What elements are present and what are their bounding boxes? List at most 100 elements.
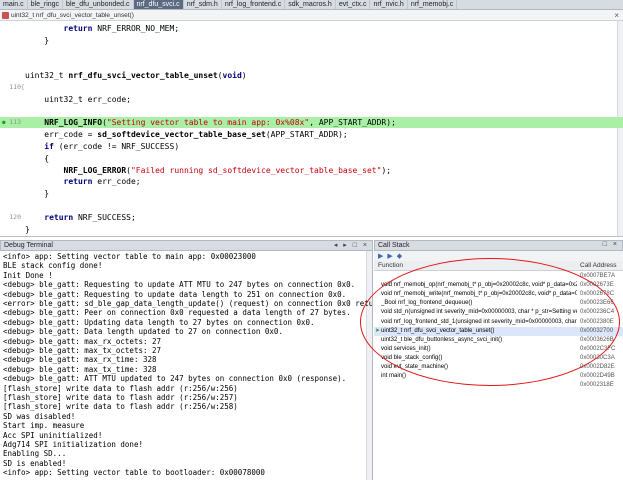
call-stack-function: void ble_stack_config() <box>381 354 443 361</box>
call-stack-row[interactable]: void services_init() 0x0002C3FC <box>374 345 623 354</box>
call-stack-row[interactable]: void nrf_log_frontend_std_1(unsigned int… <box>374 318 623 327</box>
call-stack-row[interactable]: uint32_t ble_dfu_buttonless_async_svci_i… <box>374 336 623 345</box>
line-number: 120 <box>9 212 21 221</box>
call-stack-toolbar: ▶ ▶ ◆ <box>374 251 623 261</box>
call-stack-row-current[interactable]: ➤ uint32_t nrf_dfu_svci_vector_table_unse… <box>374 326 623 336</box>
tab-main-c[interactable]: main.c <box>0 0 28 9</box>
code-token: sd_softdevice_vector_table_base_set <box>97 130 266 140</box>
tab-nrf-memobj-c[interactable]: nrf_memobj.c <box>408 0 458 9</box>
call-stack-row[interactable]: void ble_stack_config() 0x00030C3A <box>374 354 623 363</box>
line-number: 113 <box>9 118 21 127</box>
code-text: } <box>25 224 30 235</box>
call-stack-address: 0x0002D82E <box>580 364 615 370</box>
code-line[interactable]: uint32_t nrf_dfu_svci_vector_table_unset… <box>0 70 623 81</box>
code-line[interactable]: if (err_code != NRF_SUCCESS) <box>0 141 623 152</box>
code-token: ) <box>241 71 247 81</box>
code-text: return NRF_SUCCESS; <box>25 212 136 223</box>
call-stack-row[interactable]: void nrf_memobj_op(nrf_memobj_t* p_obj=0… <box>374 281 623 290</box>
code-line[interactable]: return NRF_ERROR_NO_MEM; <box>0 23 623 34</box>
call-stack-address: 0x0002C3FC <box>580 345 616 352</box>
run-icon[interactable]: ▶ <box>378 252 383 260</box>
tab-sdk-macros-h[interactable]: sdk_macros.h <box>285 0 336 9</box>
column-call-address[interactable]: Call Address <box>580 261 617 271</box>
code-text: return NRF_ERROR_NO_MEM; <box>25 23 180 34</box>
function-icon <box>2 11 9 19</box>
call-stack-address: 0x0002318E <box>580 382 614 389</box>
call-stack-function: _Bool nrf_log_frontend_dequeue() <box>381 300 473 307</box>
code-token: return <box>44 212 74 222</box>
tab-ble-dfu-unbonded-c[interactable]: ble_dfu_unbonded.c <box>63 0 134 9</box>
call-stack-title: Call Stack <box>378 242 410 249</box>
code-line[interactable]: } <box>0 188 623 199</box>
code-token: err_code; <box>92 177 141 187</box>
call-stack-address: 0x0007BE7A <box>580 273 616 279</box>
call-stack-address: 0x0002380E <box>580 318 614 325</box>
code-line[interactable] <box>0 200 623 211</box>
tab-nrf-sdm-h[interactable]: nrf_sdm.h <box>184 0 222 9</box>
code-line[interactable]: uint32_t err_code; <box>0 94 623 105</box>
code-line[interactable]: 120 return NRF_SUCCESS; <box>0 212 623 223</box>
call-stack-address: 0x0003626B <box>580 336 614 343</box>
code-line[interactable]: } <box>0 224 623 235</box>
code-token: (APP_START_ADDR); <box>265 130 348 140</box>
call-stack-row[interactable]: _Bool nrf_log_frontend_dequeue() 0x00023E… <box>374 299 623 308</box>
code-text: return err_code; <box>25 176 141 187</box>
close-icon[interactable]: × <box>614 11 619 20</box>
code-token: , APP_START_ADDR); <box>309 118 396 128</box>
tab-nrf-log-frontend-c[interactable]: nrf_log_frontend.c <box>222 0 286 9</box>
call-stack-row[interactable]: void evt_state_machine() 0x0002D82E <box>374 363 623 372</box>
tab-ble-ringc[interactable]: ble_ringc <box>28 0 64 9</box>
code-text: NRF_LOG_ERROR("Failed running sd_softdev… <box>25 165 392 176</box>
code-line[interactable]: } <box>0 35 623 46</box>
code-line[interactable] <box>0 58 623 69</box>
call-stack-function: uint32_t nrf_dfu_svci_vector_table_unset… <box>381 327 495 334</box>
call-stack-list[interactable]: 0x0007BE7A void nrf_memobj_op(nrf_memobj_… <box>374 271 623 480</box>
code-line[interactable]: 110{ <box>0 82 623 93</box>
code-token: (err_code != NRF_SUCCESS) <box>53 142 180 151</box>
tab-nrf-nvic-h[interactable]: nrf_nvic.h <box>370 0 408 9</box>
debug-terminal[interactable]: <info> app: Setting vector table to main… <box>0 251 373 480</box>
breadcrumb: uint32_t nrf_dfu_svci_vector_table_unset… <box>0 10 623 21</box>
fold-icon[interactable]: { <box>21 82 25 93</box>
call-stack-header: Call Stack □ × <box>374 240 623 251</box>
call-stack-row[interactable]: int main() 0x0002D49B <box>374 372 623 381</box>
terminal-scrollbar[interactable] <box>366 251 372 480</box>
tab-evt-ctx-c[interactable]: evt_ctx.c <box>336 0 371 9</box>
tab-nrf-dfu-svci-c[interactable]: nrf_dfu_svci.c <box>133 0 184 9</box>
call-stack-row[interactable]: 0x0002318E <box>374 381 623 390</box>
current-code-line[interactable]: ● 113 NRF_LOG_INFO("Setting vector table … <box>0 117 623 129</box>
call-stack-function: void nrf_memobj_op(nrf_memobj_t* p_obj=0… <box>381 282 577 289</box>
panel-controls[interactable]: ◂ ▸ □ × <box>334 241 369 249</box>
code-token: "Setting vector table to main app: 0x%08… <box>106 118 310 128</box>
code-text: } <box>25 35 49 46</box>
call-stack-function: void nrf_memobj_write(nrf_memobj_t* p_ob… <box>381 291 577 298</box>
code-editor[interactable]: return NRF_ERROR_NO_MEM; } uint32_t nrf_d… <box>0 21 623 237</box>
code-text: { <box>25 153 49 164</box>
code-token: uint32_t <box>25 71 69 81</box>
code-line[interactable]: NRF_LOG_ERROR("Failed running sd_softdev… <box>0 165 623 176</box>
call-stack-address: 0x0002678C <box>580 291 615 298</box>
code-line[interactable]: { <box>0 153 623 164</box>
code-token: } <box>25 35 50 45</box>
call-stack-row[interactable]: void nrf_memobj_write(nrf_memobj_t* p_ob… <box>374 290 623 299</box>
code-line[interactable]: err_code = sd_softdevice_vector_table_ba… <box>0 129 623 140</box>
editor-tab-strip: main.c ble_ringc ble_dfu_unbonded.c nrf_dfu… <box>0 0 623 10</box>
code-line[interactable] <box>0 47 623 58</box>
panel-controls[interactable]: □ × <box>603 241 619 248</box>
code-line[interactable] <box>0 106 623 117</box>
options-icon[interactable]: ◆ <box>397 252 402 260</box>
call-stack-row[interactable]: void std_n(unsigned int severity_mid=0x0… <box>374 308 623 317</box>
code-token: NRF_LOG_ERROR <box>63 165 127 175</box>
current-frame-arrow-icon: ➤ <box>375 327 381 334</box>
call-stack-row[interactable]: 0x0007BE7A <box>374 272 623 281</box>
breadcrumb-function[interactable]: uint32_t nrf_dfu_svci_vector_table_unset… <box>11 12 134 19</box>
step-icon[interactable]: ▶ <box>387 252 392 260</box>
code-line[interactable]: return err_code; <box>0 176 623 187</box>
debug-terminal-header: Debug Terminal ◂ ▸ □ × <box>0 240 373 251</box>
column-function[interactable]: Function <box>378 261 403 271</box>
code-token: void <box>222 71 242 81</box>
code-token: nrf_dfu_svci_vector_table_unset <box>68 71 218 81</box>
